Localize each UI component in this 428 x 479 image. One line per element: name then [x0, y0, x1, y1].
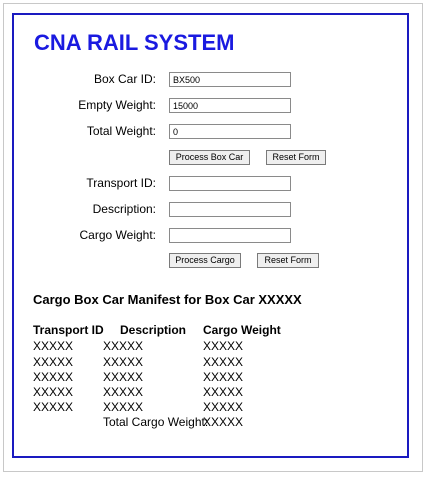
empty-weight-label: Empty Weight:	[78, 98, 156, 112]
row-1-cargo-weight: XXXXX	[203, 339, 244, 353]
row-4-description: XXXXX	[103, 385, 144, 399]
reset-cargo-form-button[interactable]: Reset Form	[257, 253, 319, 268]
row-5-transport-id: XXXXX	[33, 400, 74, 414]
row-5-cargo-weight: XXXXX	[203, 400, 244, 414]
cargo-weight-label: Cargo Weight:	[79, 228, 156, 242]
header-transport-id: Transport ID	[33, 323, 104, 337]
row-3-transport-id: XXXXX	[33, 370, 74, 384]
description-label: Description:	[92, 202, 156, 216]
boxcar-id-label: Box Car ID:	[93, 72, 156, 86]
cargo-weight-input[interactable]	[169, 228, 291, 243]
row-2-transport-id: XXXXX	[33, 355, 74, 369]
row-1-description: XXXXX	[103, 339, 144, 353]
row-4-cargo-weight: XXXXX	[203, 385, 244, 399]
row-1-transport-id: XXXXX	[33, 339, 74, 353]
row-3-cargo-weight: XXXXX	[203, 370, 244, 384]
total-cargo-weight-label: Total Cargo Weight:	[103, 415, 209, 429]
page-title: CNA RAIL SYSTEM	[34, 30, 235, 55]
row-3-description: XXXXX	[103, 370, 144, 384]
process-cargo-button[interactable]: Process Cargo	[169, 253, 241, 268]
total-weight-input[interactable]	[169, 124, 291, 139]
row-4-transport-id: XXXXX	[33, 385, 74, 399]
row-5-description: XXXXX	[103, 400, 144, 414]
transport-id-label: Transport ID:	[86, 176, 156, 190]
header-description: Description	[120, 323, 187, 337]
header-cargo-weight: Cargo Weight	[203, 323, 281, 337]
total-weight-label: Total Weight:	[86, 124, 156, 138]
description-input[interactable]	[169, 202, 291, 217]
row-2-cargo-weight: XXXXX	[203, 355, 244, 369]
empty-weight-input[interactable]	[169, 98, 291, 113]
reset-boxcar-form-button[interactable]: Reset Form	[266, 150, 326, 165]
transport-id-input[interactable]	[169, 176, 291, 191]
process-box-car-button[interactable]: Process Box Car	[169, 150, 250, 165]
manifest-title: Cargo Box Car Manifest for Box Car XXXXX	[33, 292, 302, 307]
row-2-description: XXXXX	[103, 355, 144, 369]
boxcar-id-input[interactable]	[169, 72, 291, 87]
total-cargo-weight-value: XXXXX	[203, 415, 244, 429]
